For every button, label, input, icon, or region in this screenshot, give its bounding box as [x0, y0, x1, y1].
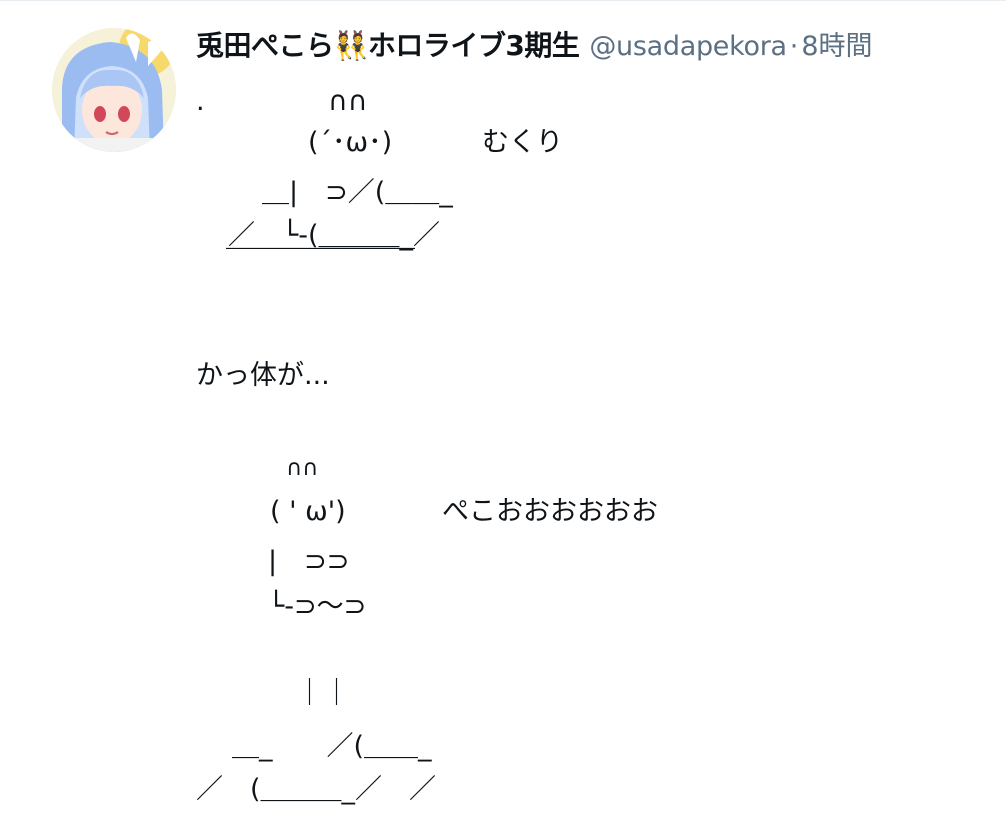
- art-line: | ⊃⊃: [268, 546, 350, 577]
- art-line: ぺこおおおおおお: [442, 496, 658, 527]
- art-line: (´･ω･): [308, 127, 393, 158]
- art-line: ＿_ ／(＿＿_: [232, 731, 432, 762]
- art-line: ∩∩: [328, 86, 368, 117]
- art-line: ｜｜: [296, 678, 350, 709]
- art-line: ／ └-(＿＿＿_／: [228, 220, 441, 251]
- art-line: .: [196, 86, 205, 117]
- tweet[interactable]: 兎田ぺこら👯ホロライブ3期生 @usadapekora · 8時間 . ∩∩ (…: [0, 0, 1006, 821]
- art-line: ( ' ω'): [270, 496, 346, 527]
- text-line: かっ体が...: [196, 360, 330, 391]
- art-line: ／ (＿＿＿_／ ／: [196, 774, 437, 805]
- art-line: └-⊃〜⊃: [268, 591, 367, 622]
- art-line: ￣￣￣￣￣￣￣: [226, 248, 415, 279]
- art-line: むくり: [482, 127, 563, 158]
- art-line: ＿| ⊃／(＿＿_: [262, 177, 453, 208]
- art-line: ∩∩: [286, 456, 319, 481]
- tweet-body: . ∩∩ (´･ω･) むくり ＿| ⊃／(＿＿_ ／ └-(＿＿＿_／ ￣￣￣…: [0, 0, 1006, 821]
